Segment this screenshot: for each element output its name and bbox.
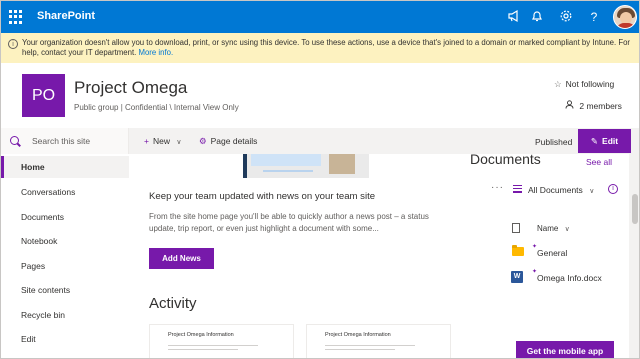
see-all-link[interactable]: See all (586, 157, 612, 167)
suite-bar: SharePoint ? (1, 1, 639, 33)
nav-item-notebook[interactable]: Notebook (1, 230, 129, 252)
chevron-down-icon: ∨ (564, 226, 570, 233)
nav-item-conversations[interactable]: Conversations (1, 181, 129, 203)
search-icon (10, 136, 19, 145)
name-column-label: Name (537, 224, 559, 233)
word-file-icon: W (511, 271, 523, 283)
follow-label: Not following (565, 79, 615, 89)
policy-banner: i Your organization doesn't allow you to… (1, 33, 639, 63)
more-info-link[interactable]: More info. (138, 48, 173, 57)
edit-label: Edit (602, 136, 619, 146)
page-scrollbar[interactable] (629, 154, 639, 358)
nav-item-recycle-bin[interactable]: Recycle bin (1, 304, 129, 326)
view-selector[interactable]: All Documents ∨ (528, 185, 594, 195)
info-icon: i (8, 39, 18, 49)
members-label: 2 members (579, 101, 622, 111)
page-details-label: Page details (210, 136, 258, 146)
sharepoint-window: SharePoint ? i Your organization doesn't… (0, 0, 640, 359)
view-list-icon (513, 185, 522, 195)
avatar[interactable] (613, 5, 637, 29)
banner-text: Your organization doesn't allow you to d… (22, 38, 631, 57)
nav-item-documents[interactable]: Documents (1, 206, 129, 228)
site-classification: Public group | Confidential \ Internal V… (74, 103, 239, 112)
page-title: Project Omega (74, 78, 188, 97)
activity-card[interactable]: Project Omega Information (149, 324, 294, 358)
help-icon[interactable]: ? (586, 9, 602, 25)
news-heading: Keep your team updated with news on your… (149, 191, 376, 202)
nav-item-pages[interactable]: Pages (1, 255, 129, 277)
document-row-omega-info[interactable]: Omega Info.docx (537, 273, 602, 283)
info-icon[interactable]: i (608, 184, 618, 194)
view-label: All Documents (528, 185, 583, 195)
nav-item-site-contents[interactable]: Site contents (1, 279, 129, 301)
search-input[interactable]: Search this site (32, 136, 90, 146)
activity-card[interactable]: Project Omega Information (306, 324, 451, 358)
edit-button[interactable]: ✎ Edit (578, 129, 631, 153)
file-type-icon (512, 223, 520, 233)
more-options-icon[interactable]: ··· (491, 182, 504, 193)
name-column-header[interactable]: Name ∨ (537, 224, 570, 233)
site-navigation: Home Conversations Documents Notebook Pa… (1, 154, 129, 358)
plus-icon: + (144, 136, 149, 146)
follow-button[interactable]: ☆ Not following (554, 79, 614, 90)
search-box[interactable]: Search this site (1, 128, 129, 154)
folder-icon (512, 245, 524, 256)
pencil-icon: ✎ (590, 136, 599, 146)
chevron-down-icon: ∨ (176, 139, 182, 146)
banner-message: Your organization doesn't allow you to d… (22, 38, 634, 58)
get-mobile-app-button[interactable]: Get the mobile app (516, 341, 614, 358)
gear-icon: ⚙ (199, 136, 207, 146)
new-label: New (152, 136, 170, 146)
new-button[interactable]: + New ∨ (144, 136, 181, 146)
bell-icon[interactable] (529, 9, 545, 25)
members-button[interactable]: 2 members (565, 100, 622, 111)
gear-icon[interactable] (558, 9, 574, 25)
add-news-button[interactable]: Add News (149, 248, 214, 269)
status-badge: Published (535, 137, 573, 147)
activity-card-title: Project Omega Information (325, 332, 391, 338)
activity-heading: Activity (149, 295, 197, 312)
scrollbar-thumb[interactable] (632, 194, 638, 224)
activity-card-title: Project Omega Information (168, 332, 234, 338)
documents-heading: Documents (470, 151, 541, 167)
star-icon: ☆ (554, 79, 562, 89)
app-brand[interactable]: SharePoint (37, 10, 95, 22)
person-icon (565, 100, 576, 111)
page-details-button[interactable]: ⚙ Page details (199, 136, 257, 147)
command-bar: Search this site + New ∨ ⚙ Page details Pu… (1, 128, 639, 154)
news-description: From the site home page you'll be able t… (149, 212, 429, 233)
nav-item-edit[interactable]: Edit (1, 328, 129, 350)
app-launcher-icon[interactable] (9, 10, 23, 24)
document-row-general[interactable]: General (537, 248, 567, 258)
megaphone-icon[interactable] (506, 9, 522, 25)
news-hero-image (243, 154, 369, 178)
site-logo[interactable]: PO (22, 74, 65, 117)
chevron-down-icon: ∨ (589, 188, 595, 195)
nav-item-home[interactable]: Home (1, 156, 129, 178)
